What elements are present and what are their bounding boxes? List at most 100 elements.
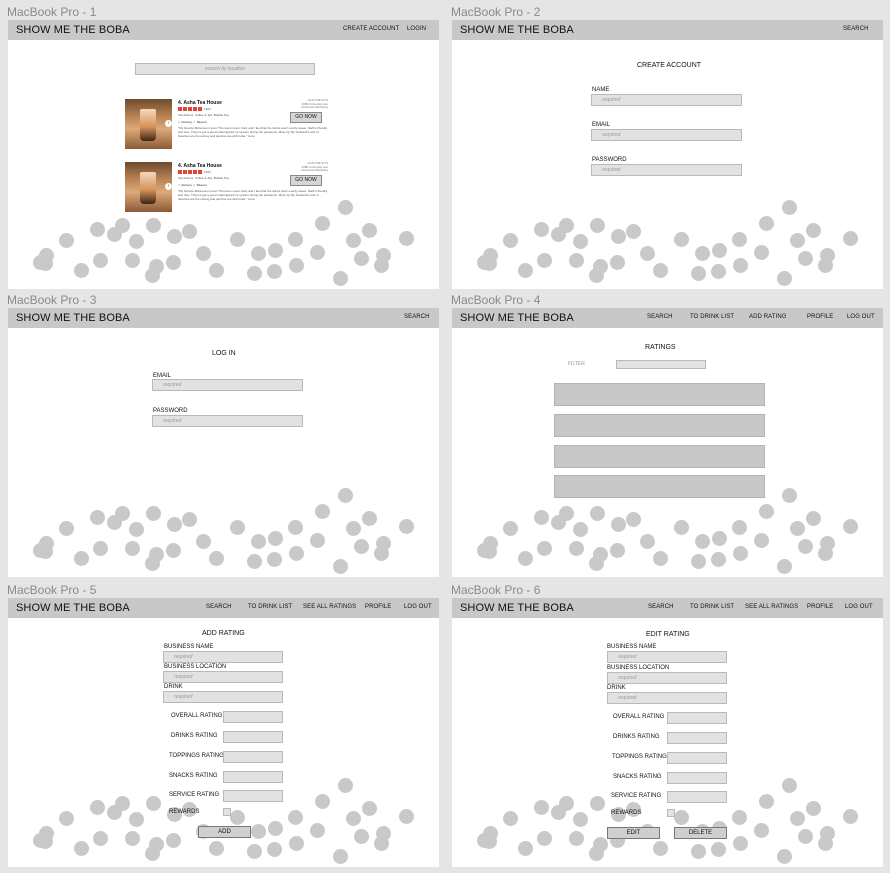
decor-bubble bbox=[759, 216, 774, 231]
nav-add-rating[interactable]: ADD RATING bbox=[749, 314, 787, 320]
snacks-rating-field[interactable] bbox=[223, 771, 283, 783]
brand-logo[interactable]: SHOW ME THE BOBA bbox=[460, 602, 574, 614]
nav-to-drink-list[interactable]: TO DRINK LIST bbox=[690, 604, 734, 610]
shop-name[interactable]: 4. Asha Tea House bbox=[178, 163, 222, 169]
shop-name[interactable]: 4. Asha Tea House bbox=[178, 100, 222, 106]
review-count: 1303 bbox=[204, 170, 211, 174]
search-input[interactable]: search by location bbox=[135, 63, 315, 75]
nav-search[interactable]: SEARCH bbox=[647, 314, 673, 320]
filter-label: FILTER bbox=[568, 361, 585, 367]
nav-login[interactable]: LOGIN bbox=[407, 26, 426, 32]
decor-bubble bbox=[534, 510, 549, 525]
decor-bubble bbox=[712, 243, 727, 258]
toppings-rating-field[interactable] bbox=[667, 752, 727, 764]
nav-search[interactable]: SEARCH bbox=[404, 314, 430, 320]
decor-bubble bbox=[310, 533, 325, 548]
decor-bubble bbox=[653, 841, 668, 856]
nav-create-account[interactable]: CREATE ACCOUNT bbox=[343, 26, 399, 32]
brand-logo[interactable]: SHOW ME THE BOBA bbox=[16, 24, 130, 36]
decor-bubble bbox=[569, 831, 584, 846]
decor-bubble bbox=[589, 846, 604, 861]
snacks-rating-field[interactable] bbox=[667, 772, 727, 784]
nav-log-out[interactable]: LOG OUT bbox=[847, 314, 875, 320]
nav-profile[interactable]: PROFILE bbox=[807, 604, 833, 610]
delete-button[interactable]: DELETE bbox=[674, 827, 727, 839]
nav-to-drink-list[interactable]: TO DRINK LIST bbox=[248, 604, 292, 610]
nav-log-out[interactable]: LOG OUT bbox=[404, 604, 432, 610]
decor-bubble bbox=[209, 263, 224, 278]
brand-logo[interactable]: SHOW ME THE BOBA bbox=[460, 24, 574, 36]
nav-see-all-ratings[interactable]: SEE ALL RATINGS bbox=[745, 604, 798, 610]
nav-to-drink-list[interactable]: TO DRINK LIST bbox=[690, 314, 734, 320]
rating-entry[interactable] bbox=[554, 475, 765, 498]
decor-bubble bbox=[346, 233, 361, 248]
drinks-rating-field[interactable] bbox=[667, 732, 727, 744]
brand-logo[interactable]: SHOW ME THE BOBA bbox=[460, 312, 574, 324]
navbar: SHOW ME THE BOBA SEARCH bbox=[452, 20, 883, 40]
business-location-field[interactable]: required bbox=[163, 671, 283, 683]
decor-bubble bbox=[230, 232, 245, 247]
decor-bubble bbox=[482, 544, 497, 559]
decor-bubble bbox=[534, 222, 549, 237]
go-now-button[interactable]: GO NOW bbox=[290, 175, 322, 186]
page-title: EDIT RATING bbox=[646, 631, 690, 638]
nav-see-all-ratings[interactable]: SEE ALL RATINGS bbox=[303, 604, 356, 610]
add-button[interactable]: ADD bbox=[198, 826, 251, 838]
password-field[interactable]: required bbox=[591, 164, 742, 176]
decor-bubble bbox=[843, 809, 858, 824]
star-rating bbox=[178, 107, 202, 111]
decor-bubble bbox=[691, 266, 706, 281]
decor-bubble bbox=[338, 778, 353, 793]
drink-field[interactable]: required bbox=[607, 692, 727, 704]
edit-button[interactable]: EDIT bbox=[607, 827, 660, 839]
decor-bubble bbox=[289, 258, 304, 273]
nav-profile[interactable]: PROFILE bbox=[365, 604, 391, 610]
rating-entry[interactable] bbox=[554, 414, 765, 437]
overall-rating-field[interactable] bbox=[223, 711, 283, 723]
toppings-rating-label: TOPPINGS RATING bbox=[169, 753, 224, 759]
drinks-rating-field[interactable] bbox=[223, 731, 283, 743]
email-field[interactable]: required bbox=[591, 129, 742, 141]
decor-bubble bbox=[640, 534, 655, 549]
decor-bubble bbox=[777, 271, 792, 286]
toppings-rating-field[interactable] bbox=[223, 751, 283, 763]
nav-profile[interactable]: PROFILE bbox=[807, 314, 833, 320]
rewards-checkbox[interactable] bbox=[223, 808, 231, 816]
decor-bubble bbox=[90, 800, 105, 815]
service-rating-field[interactable] bbox=[223, 790, 283, 802]
nav-search[interactable]: SEARCH bbox=[843, 26, 869, 32]
nav-search[interactable]: SEARCH bbox=[648, 604, 674, 610]
page-title: RATINGS bbox=[645, 344, 676, 351]
decor-bubble bbox=[695, 534, 710, 549]
filter-input[interactable] bbox=[616, 360, 706, 369]
frame-add-rating: SHOW ME THE BOBA SEARCH TO DRINK LIST SE… bbox=[8, 598, 439, 867]
password-field[interactable]: required bbox=[152, 415, 303, 427]
page-title: LOG IN bbox=[212, 350, 236, 357]
frame-log-in: SHOW ME THE BOBA SEARCH LOG IN EMAIL req… bbox=[8, 308, 439, 577]
decor-bubble bbox=[129, 522, 144, 537]
decor-bubble bbox=[38, 544, 53, 559]
name-field[interactable]: required bbox=[591, 94, 742, 106]
decor-bubble bbox=[674, 232, 689, 247]
business-name-field[interactable]: required bbox=[163, 651, 283, 663]
brand-logo[interactable]: SHOW ME THE BOBA bbox=[16, 312, 130, 324]
rewards-checkbox[interactable] bbox=[667, 809, 675, 817]
rating-entry[interactable] bbox=[554, 383, 765, 406]
next-photo-icon[interactable]: › bbox=[165, 120, 172, 127]
service-rating-field[interactable] bbox=[667, 791, 727, 803]
business-name-field[interactable]: required bbox=[607, 651, 727, 663]
decor-bubble bbox=[759, 794, 774, 809]
nav-log-out[interactable]: LOG OUT bbox=[845, 604, 873, 610]
overall-rating-field[interactable] bbox=[667, 712, 727, 724]
brand-logo[interactable]: SHOW ME THE BOBA bbox=[16, 602, 130, 614]
go-now-button[interactable]: GO NOW bbox=[290, 112, 322, 123]
drink-field[interactable]: required bbox=[163, 691, 283, 703]
decor-bubble bbox=[733, 546, 748, 561]
decor-bubble bbox=[782, 488, 797, 503]
rating-entry[interactable] bbox=[554, 445, 765, 468]
email-field[interactable]: required bbox=[152, 379, 303, 391]
business-location-label: BUSINESS LOCATION bbox=[607, 665, 670, 671]
nav-search[interactable]: SEARCH bbox=[206, 604, 232, 610]
next-photo-icon[interactable]: › bbox=[165, 183, 172, 190]
business-location-field[interactable]: required bbox=[607, 672, 727, 684]
